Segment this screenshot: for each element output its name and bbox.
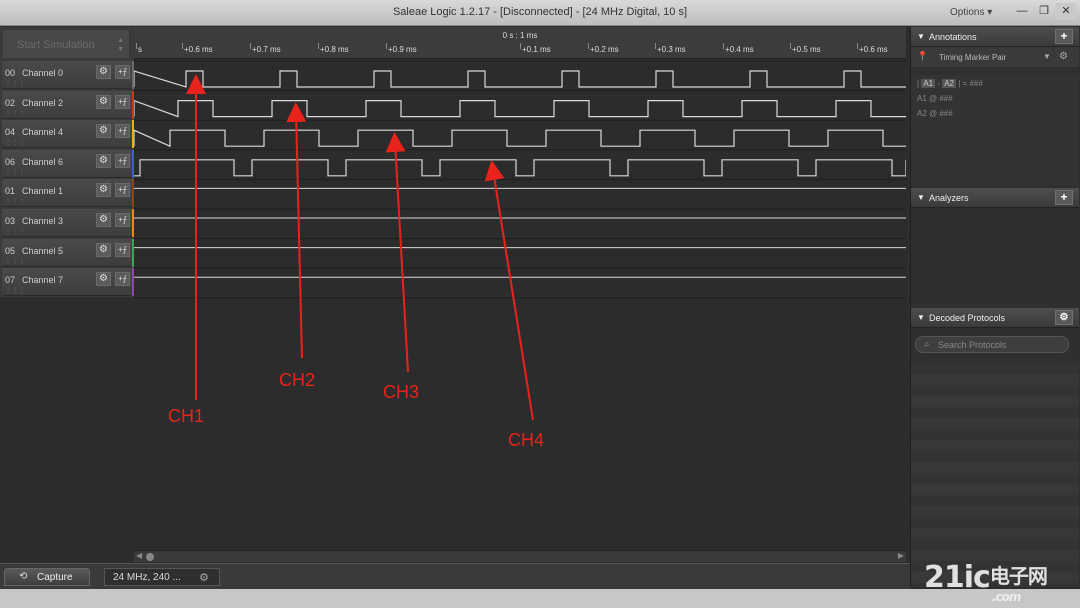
ch3-arrow [385,132,409,373]
ch1-label: CH1 [168,406,205,426]
ch2-label: CH2 [279,370,316,390]
ch4-arrow [484,160,534,421]
watermark-logo: 21ic电子网 .com [924,560,1048,604]
ch3-label: CH3 [383,382,420,402]
watermark-brand: 21ic [924,560,991,595]
annotation-overlay [186,74,534,421]
ch2-arrow [286,102,307,359]
ch4-label: CH4 [508,430,545,450]
watermark-domain: .com [992,590,1021,604]
watermark-cn: 电子网 [989,564,1048,588]
app-window: Saleae Logic 1.2.17 - [Disconnected] - [… [0,0,1080,608]
